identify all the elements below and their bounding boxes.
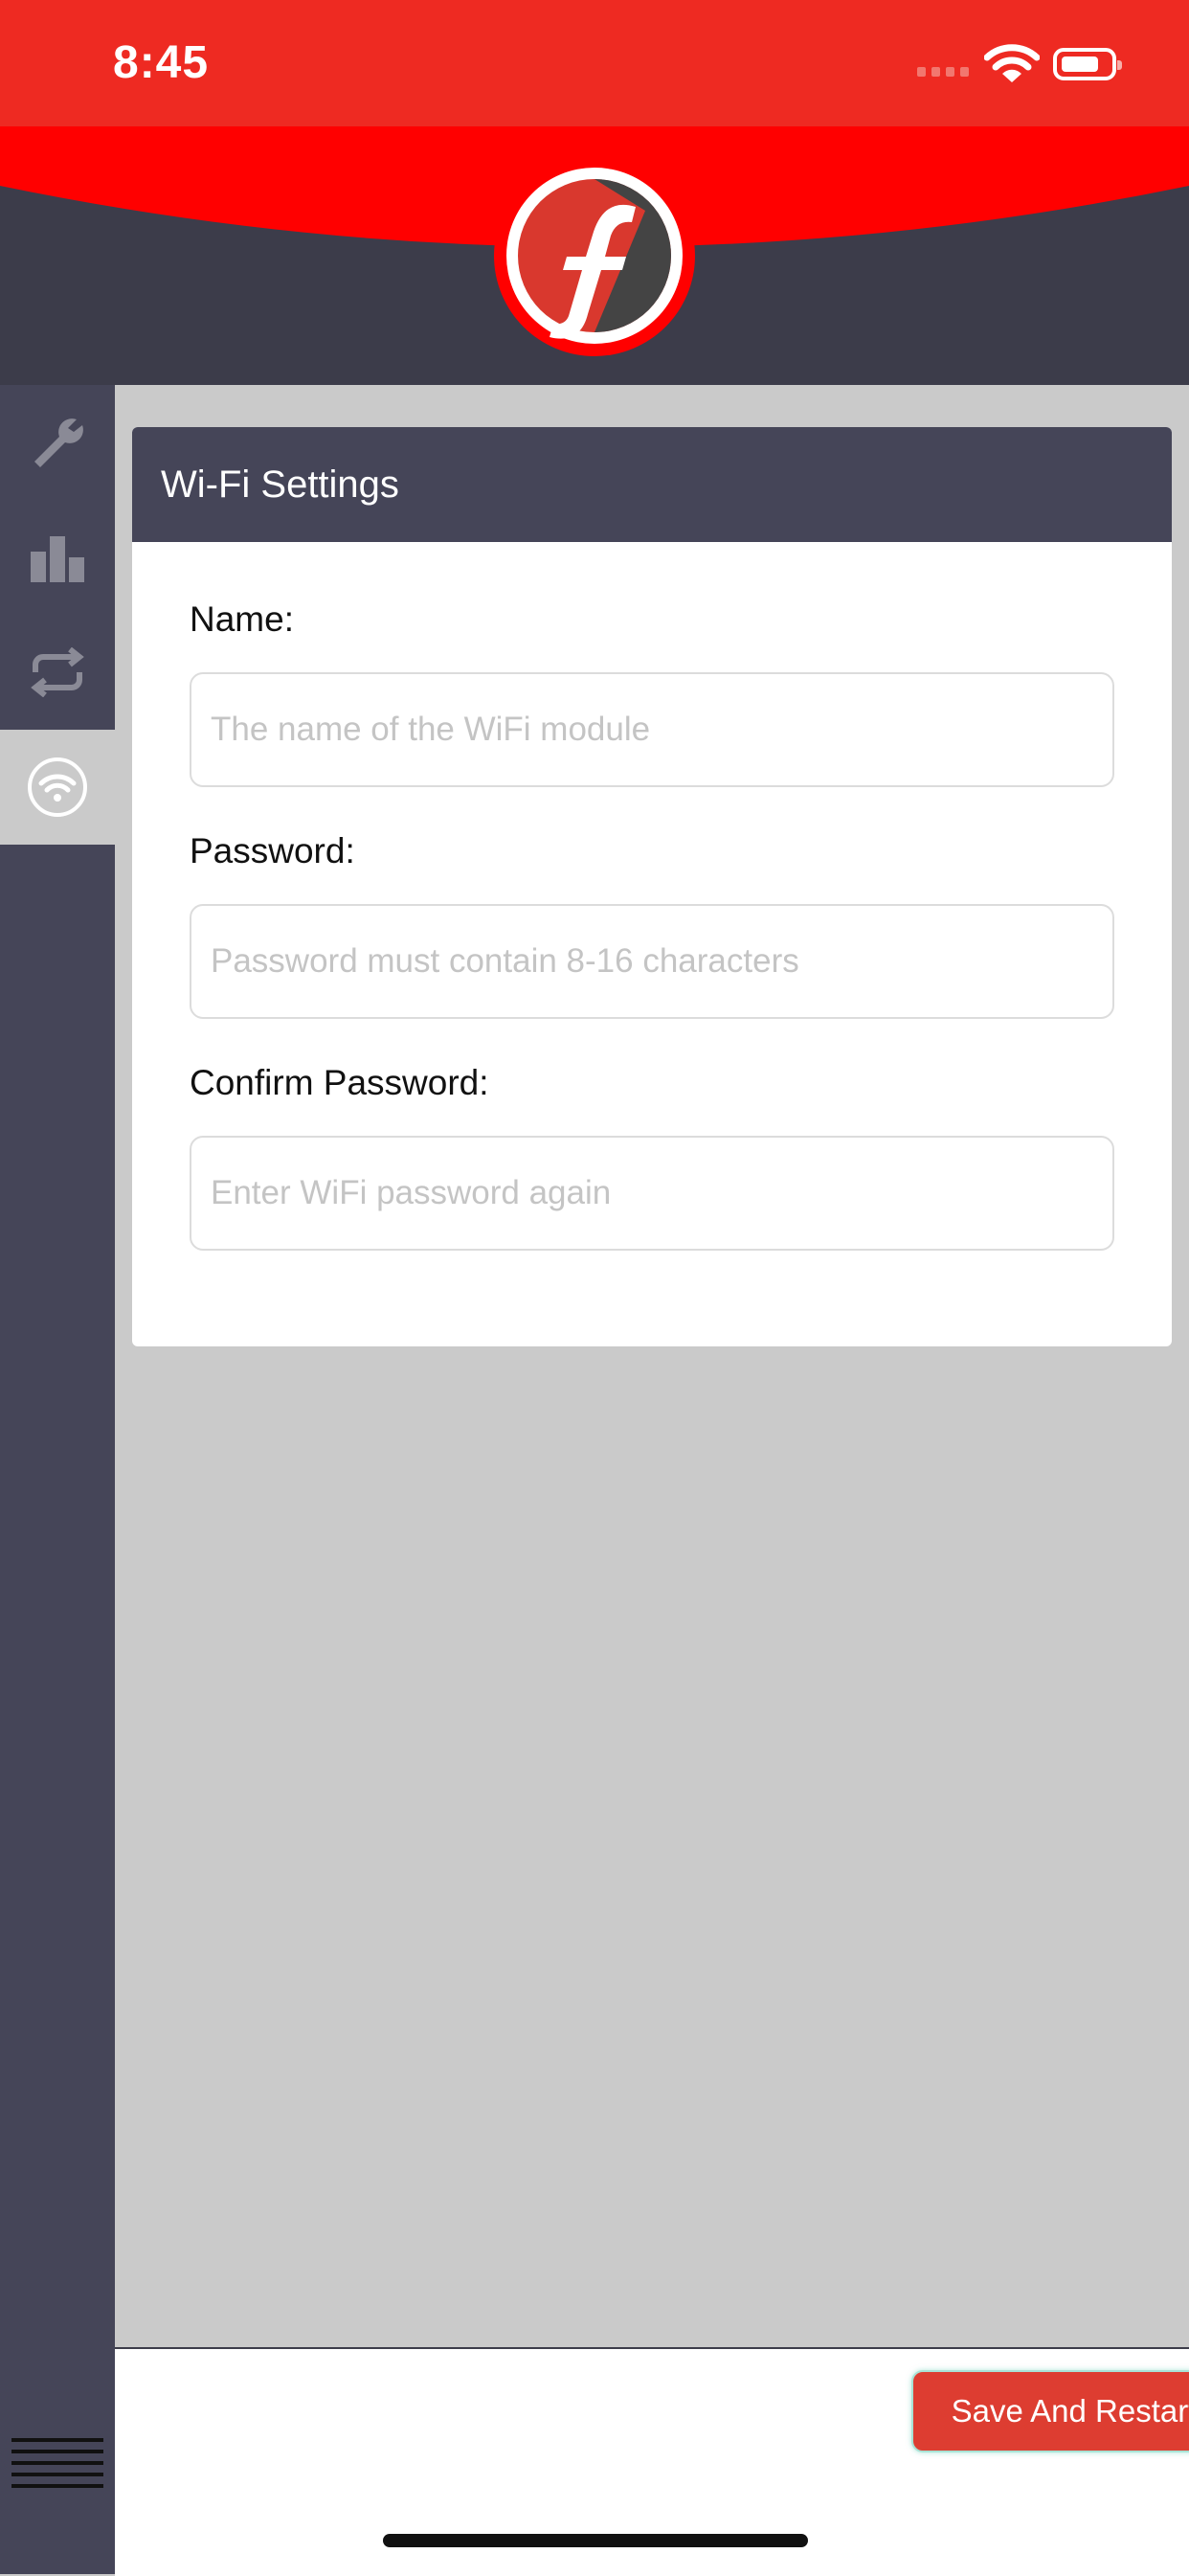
wifi-status-icon xyxy=(984,44,1040,82)
wrench-icon xyxy=(34,418,83,467)
sync-arrows-icon xyxy=(31,647,84,697)
battery-icon xyxy=(1053,48,1122,80)
wifi-icon xyxy=(28,757,87,817)
wifi-confirm-password-input[interactable] xyxy=(190,1136,1114,1251)
hamburger-menu-icon[interactable] xyxy=(11,2438,103,2490)
brand-logo-icon xyxy=(494,155,695,356)
cellular-signal-icon xyxy=(917,67,973,79)
status-time: 8:45 xyxy=(113,37,210,88)
sidebar-item-statistics[interactable] xyxy=(0,500,115,615)
card-title: Wi-Fi Settings xyxy=(132,427,1172,542)
wifi-password-input[interactable] xyxy=(190,904,1114,1019)
name-label: Name: xyxy=(190,599,294,639)
home-indicator[interactable] xyxy=(383,2534,808,2547)
sidebar-item-sync[interactable] xyxy=(0,615,115,730)
password-label: Password: xyxy=(190,831,355,870)
sidebar-item-wifi[interactable] xyxy=(0,730,115,845)
save-and-restart-button[interactable]: Save And Restart xyxy=(911,2370,1189,2452)
status-bar: 8:45 xyxy=(0,0,1189,126)
sidebar-item-tools[interactable] xyxy=(0,385,115,500)
sidebar-nav xyxy=(0,385,115,2574)
wifi-name-input[interactable] xyxy=(190,672,1114,787)
bar-chart-icon xyxy=(31,536,84,582)
confirm-password-label: Confirm Password: xyxy=(190,1063,489,1102)
wifi-settings-card: Wi-Fi Settings Name: Password: Confirm P… xyxy=(132,427,1172,1346)
